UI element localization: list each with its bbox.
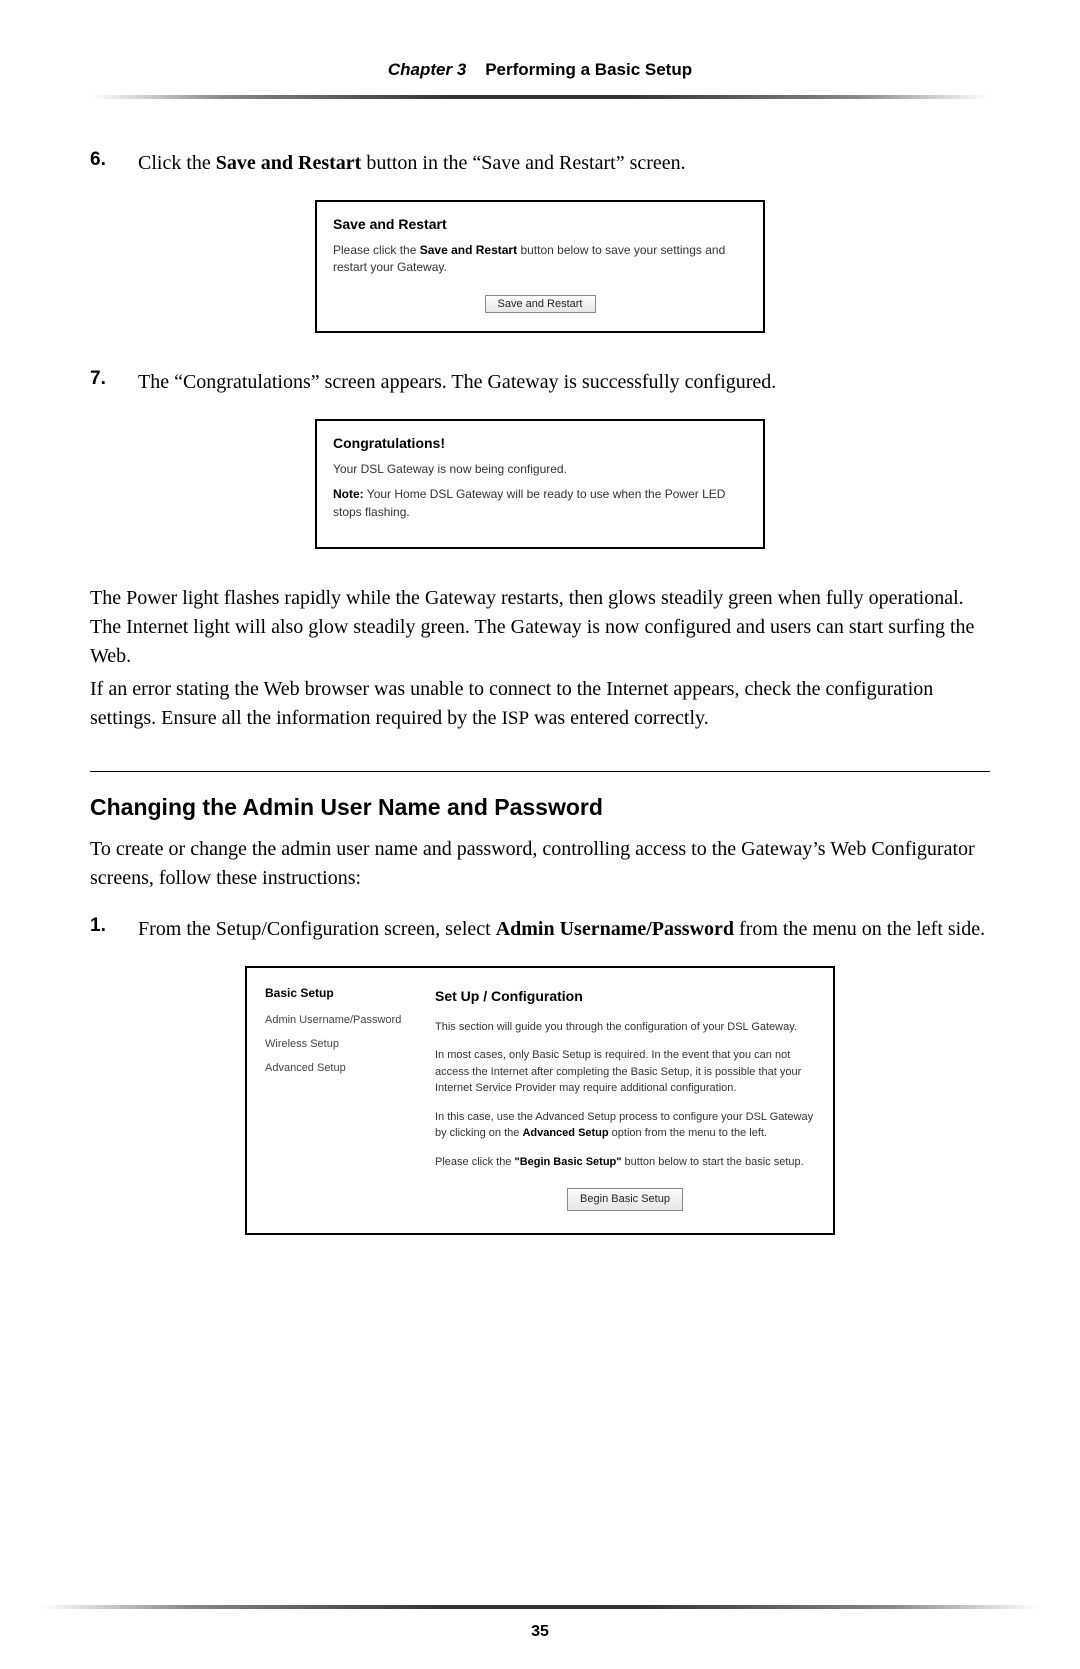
box-text: Your DSL Gateway is now being configured…	[333, 461, 747, 478]
setup-config-screenshot: Basic Setup Admin Username/Password Wire…	[245, 966, 835, 1235]
box-title: Save and Restart	[333, 216, 747, 232]
step-1: 1. From the Setup/Configuration screen, …	[90, 915, 990, 944]
step-6: 6. Click the Save and Restart button in …	[90, 149, 990, 178]
step-number: 6.	[90, 149, 138, 178]
box-note: Note: Your Home DSL Gateway will be read…	[333, 486, 747, 521]
begin-basic-setup-button[interactable]: Begin Basic Setup	[567, 1188, 683, 1211]
sidebar-menu: Basic Setup Admin Username/Password Wire…	[265, 986, 435, 1211]
box-title: Congratulations!	[333, 435, 747, 451]
sidebar-item-wireless[interactable]: Wireless Setup	[265, 1038, 435, 1050]
page-number: 35	[0, 1623, 1080, 1641]
chapter-number: Chapter 3	[388, 60, 466, 79]
step-body: Click the Save and Restart button in the…	[138, 149, 686, 178]
step-number: 1.	[90, 915, 138, 944]
body-paragraph-3: To create or change the admin user name …	[90, 835, 990, 893]
sidebar-item-admin[interactable]: Admin Username/Password	[265, 1014, 435, 1026]
content-p1: This section will guide you through the …	[435, 1019, 815, 1036]
save-restart-screenshot: Save and Restart Please click the Save a…	[315, 200, 765, 333]
setup-content: Set Up / Configuration This section will…	[435, 986, 815, 1211]
chapter-header: Chapter 3 Performing a Basic Setup	[90, 60, 990, 80]
content-p2: In most cases, only Basic Setup is requi…	[435, 1047, 815, 1097]
step-body: From the Setup/Configuration screen, sel…	[138, 915, 985, 944]
header-rule	[90, 95, 990, 99]
box-text: Please click the Save and Restart button…	[333, 242, 747, 277]
chapter-title: Performing a Basic Setup	[485, 60, 692, 79]
sidebar-item-advanced[interactable]: Advanced Setup	[265, 1062, 435, 1074]
congratulations-screenshot: Congratulations! Your DSL Gateway is now…	[315, 419, 765, 549]
content-p3: In this case, use the Advanced Setup pro…	[435, 1109, 815, 1142]
sidebar-item-basic-setup[interactable]: Basic Setup	[265, 986, 435, 1000]
save-restart-button[interactable]: Save and Restart	[485, 295, 596, 313]
content-heading: Set Up / Configuration	[435, 986, 815, 1007]
content-p4: Please click the "Begin Basic Setup" but…	[435, 1154, 815, 1171]
step-body: The “Congratulations” screen appears. Th…	[138, 368, 776, 397]
body-paragraph-2: If an error stating the Web browser was …	[90, 675, 990, 733]
section-heading: Changing the Admin User Name and Passwor…	[90, 794, 990, 821]
section-rule	[90, 771, 990, 772]
body-paragraph-1: The Power light flashes rapidly while th…	[90, 584, 990, 671]
footer-rule	[40, 1605, 1040, 1609]
step-number: 7.	[90, 368, 138, 397]
step-7: 7. The “Congratulations” screen appears.…	[90, 368, 990, 397]
